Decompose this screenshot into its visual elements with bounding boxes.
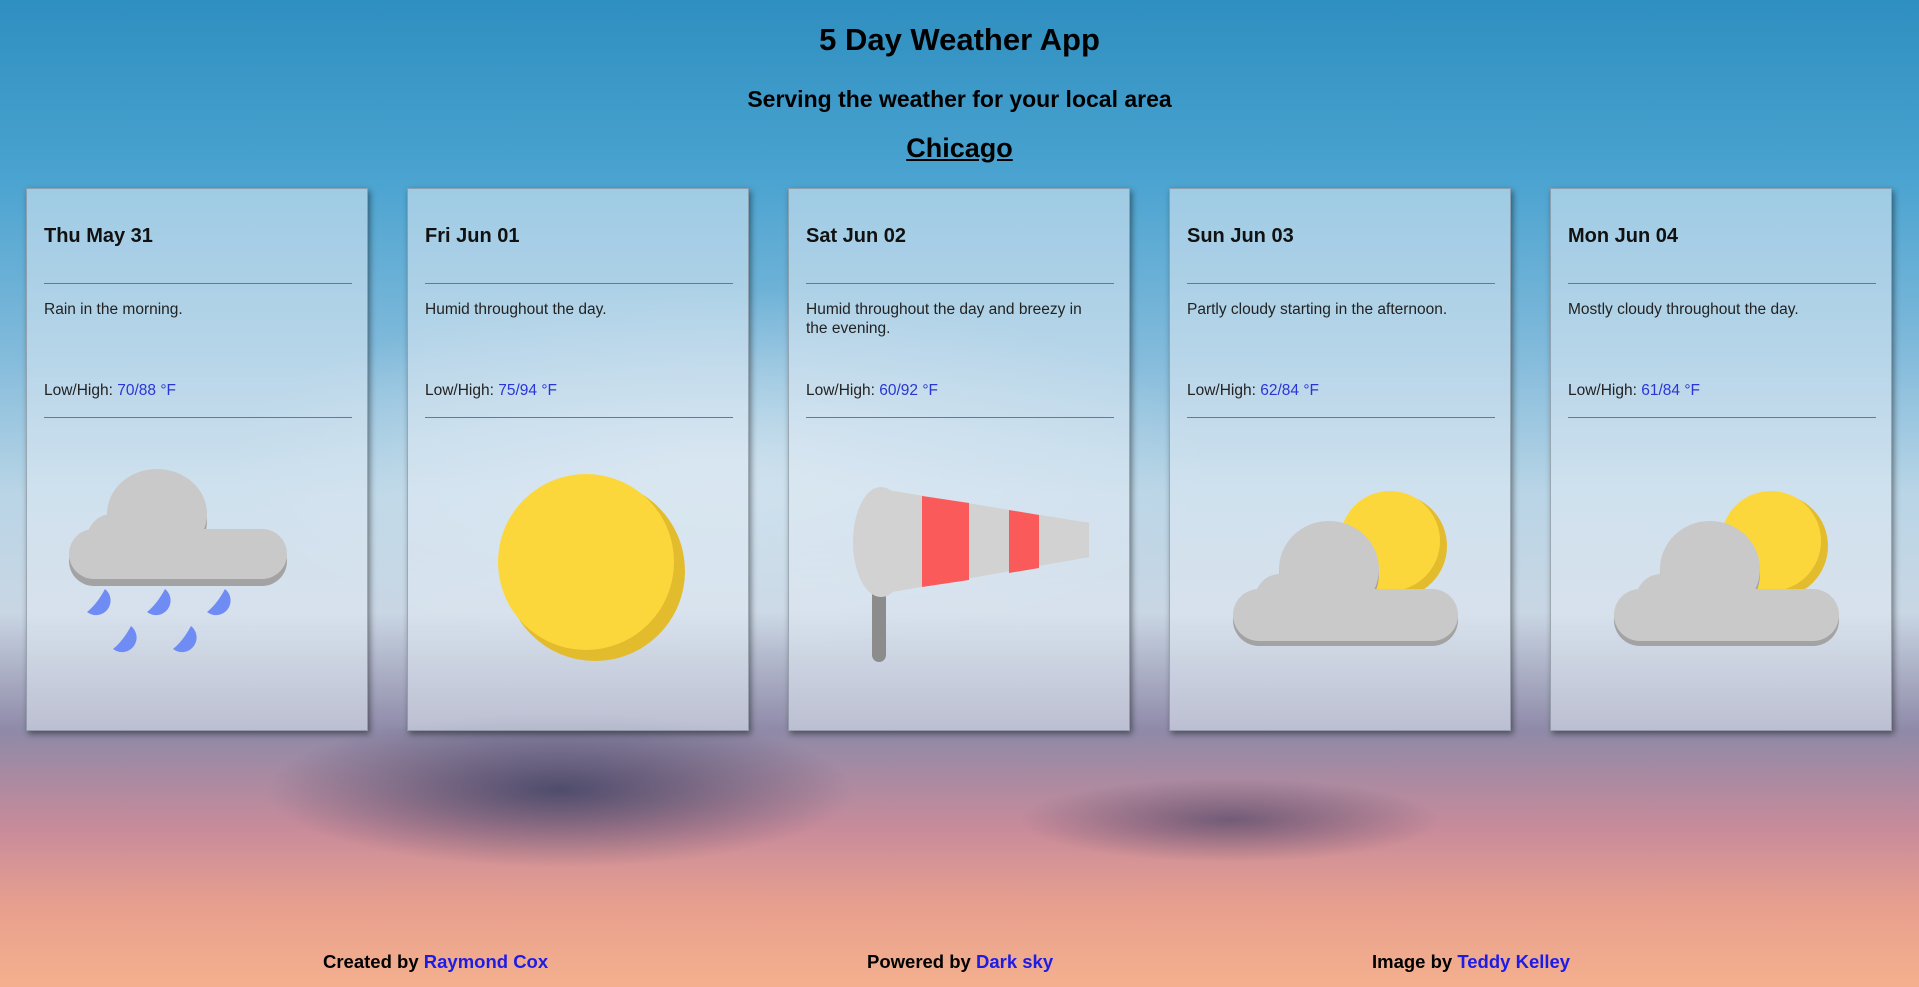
forecast-day: Fri Jun 01 [425,225,520,247]
forecast-temperature: Low/High: 70/88 °F [44,382,176,400]
image-by-label: Image by [1372,951,1453,972]
divider [425,283,733,284]
photographer-link[interactable]: Teddy Kelley [1457,951,1570,972]
forecast-card: Thu May 31 Rain in the morning. Low/High… [26,188,368,731]
divider [44,283,352,284]
forecast-temperature: Low/High: 61/84 °F [1568,382,1700,400]
temperature-value: 70/88 °F [117,382,177,399]
footer-powered-by: Powered by Dark sky [867,951,1053,973]
lowhigh-label: Low/High: [425,382,494,399]
city-name: Chicago [906,133,1013,163]
divider [1568,417,1876,418]
lowhigh-label: Low/High: [806,382,875,399]
divider [425,417,733,418]
powered-by-label: Powered by [867,951,971,972]
divider [44,417,352,418]
divider [1568,283,1876,284]
forecast-day: Sun Jun 03 [1187,225,1294,247]
temperature-value: 75/94 °F [498,382,558,399]
sun-icon [498,474,685,661]
windsock-icon [853,487,1089,662]
forecast-summary: Partly cloudy starting in the afternoon. [1187,301,1448,318]
forecast-temperature: Low/High: 75/94 °F [425,382,557,400]
dark-sky-link[interactable]: Dark sky [976,951,1053,972]
forecast-day: Mon Jun 04 [1568,225,1679,247]
forecast-card: Sun Jun 03 Partly cloudy starting in the… [1169,188,1511,731]
lowhigh-label: Low/High: [1187,382,1256,399]
forecast-summary: Rain in the morning. [44,301,183,318]
created-by-label: Created by [323,951,419,972]
forecast-card: Sat Jun 02 Humid throughout the day and … [788,188,1130,731]
temperature-value: 60/92 °F [879,382,939,399]
forecast-summary: Mostly cloudy throughout the day. [1568,301,1799,318]
forecast-summary: Humid throughout the day and breezy in t… [806,301,1082,337]
lowhigh-label: Low/High: [44,382,113,399]
author-link[interactable]: Raymond Cox [424,951,548,972]
app-title: 5 Day Weather App [819,22,1100,57]
forecast-summary: Humid throughout the day. [425,301,607,318]
divider [806,283,1114,284]
divider [1187,417,1495,418]
forecast-card: Fri Jun 01 Humid throughout the day. Low… [407,188,749,731]
forecast-temperature: Low/High: 60/92 °F [806,382,938,400]
lowhigh-label: Low/High: [1568,382,1637,399]
temperature-value: 61/84 °F [1641,382,1701,399]
footer-image-by: Image by Teddy Kelley [1372,951,1570,973]
forecast-day: Sat Jun 02 [806,225,907,247]
forecast-card: Mon Jun 04 Mostly cloudy throughout the … [1550,188,1892,731]
forecast-day: Thu May 31 [44,225,153,247]
divider [806,417,1114,418]
footer-created-by: Created by Raymond Cox [323,951,548,973]
app-subtitle: Serving the weather for your local area [747,86,1172,112]
temperature-value: 62/84 °F [1260,382,1320,399]
forecast-temperature: Low/High: 62/84 °F [1187,382,1319,400]
rain-icon [69,469,287,653]
partly-cloudy-icon [1614,491,1839,646]
partly-cloudy-icon [1233,491,1458,646]
divider [1187,283,1495,284]
